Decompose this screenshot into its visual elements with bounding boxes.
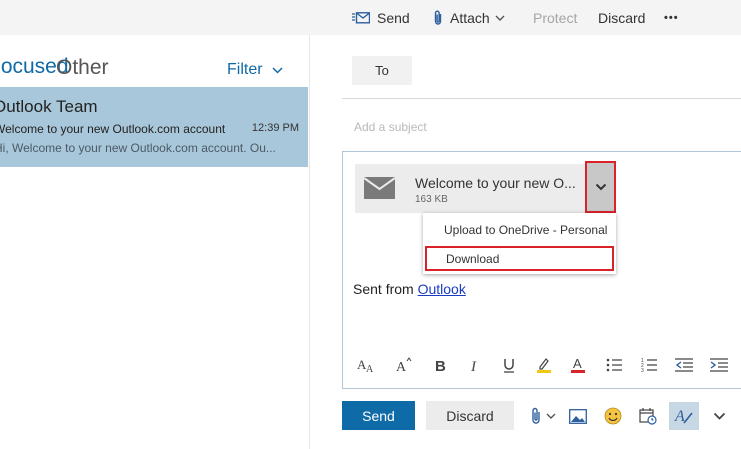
send-icon — [352, 11, 370, 24]
more-compose-options-button[interactable] — [707, 402, 731, 430]
pen-format-icon: A — [674, 406, 694, 426]
svg-text:A: A — [573, 356, 582, 371]
highlight-icon[interactable] — [532, 352, 556, 378]
toolbar-send-label: Send — [377, 9, 410, 26]
bullets-icon[interactable] — [602, 352, 626, 378]
chevron-down-icon — [546, 413, 556, 419]
chevron-down-icon — [272, 66, 283, 74]
font-color-icon[interactable]: A — [566, 352, 590, 378]
numbering-icon[interactable]: 123 — [637, 352, 661, 378]
signature-link[interactable]: Outlook — [418, 281, 466, 297]
svg-text:A: A — [366, 364, 374, 373]
menu-item-download[interactable]: Download — [425, 246, 614, 271]
paperclip-icon — [531, 407, 542, 425]
signature: Sent from Outlook — [353, 281, 466, 297]
toolbar-attach-label: Attach — [450, 9, 490, 26]
toolbar-discard-label: Discard — [598, 9, 646, 26]
svg-text:B: B — [435, 358, 446, 373]
menu-item-upload-onedrive[interactable]: Upload to OneDrive - Personal — [423, 217, 616, 242]
signature-text: Sent from — [353, 281, 418, 297]
insert-attachment-button[interactable] — [526, 402, 560, 430]
smiley-icon — [604, 407, 622, 425]
attachment-options-button[interactable] — [585, 161, 616, 213]
bold-icon[interactable]: B — [428, 352, 452, 378]
attachment-size: 163 KB — [415, 194, 448, 205]
toolbar-send-button[interactable]: Send — [352, 0, 410, 35]
chevron-down-icon — [595, 183, 607, 191]
decrease-indent-icon[interactable] — [672, 352, 696, 378]
message-preview: Hi, Welcome to your new Outlook.com acco… — [0, 141, 276, 155]
envelope-icon — [363, 177, 396, 204]
message-list-item[interactable]: Outlook Team Welcome to your new Outlook… — [0, 87, 308, 167]
grow-font-icon[interactable]: A — [392, 352, 416, 378]
more-options-button[interactable]: ••• — [664, 0, 679, 35]
more-icon: ••• — [664, 11, 679, 24]
toolbar-protect-label: Protect — [533, 9, 578, 26]
italic-icon[interactable]: I — [463, 352, 487, 378]
chevron-down-icon — [713, 412, 726, 420]
filter-button[interactable]: Filter — [227, 61, 283, 79]
command-bar: Send Attach Protect Discard ••• — [0, 0, 741, 35]
svg-text:A: A — [674, 408, 685, 425]
filter-label: Filter — [227, 61, 263, 78]
subject-input[interactable]: Add a subject — [354, 120, 427, 134]
format-toolbar: AA A B I A 123 — [343, 352, 741, 378]
svg-text:A: A — [396, 360, 407, 373]
attachment-name: Welcome to your new O... — [415, 175, 576, 191]
toolbar-discard-button[interactable]: Discard — [598, 0, 645, 35]
picture-icon — [569, 408, 587, 424]
tab-other[interactable]: Other — [56, 56, 109, 80]
message-time: 12:39 PM — [251, 122, 299, 134]
format-options-button[interactable]: A — [669, 402, 699, 430]
underline-icon[interactable] — [497, 352, 521, 378]
to-button[interactable]: To — [352, 56, 412, 85]
schedule-button[interactable] — [636, 402, 660, 430]
message-sender: Outlook Team — [0, 97, 98, 116]
send-button[interactable]: Send — [342, 401, 415, 430]
message-list-pane: Focused Other Filter Outlook Team Welcom… — [0, 35, 310, 449]
chevron-down-icon — [495, 15, 505, 21]
increase-indent-icon[interactable] — [707, 352, 731, 378]
discard-button[interactable]: Discard — [426, 401, 514, 430]
svg-text:I: I — [470, 359, 477, 373]
recipient-divider — [342, 98, 741, 99]
calendar-clock-icon — [639, 407, 657, 425]
emoji-button[interactable] — [601, 402, 625, 430]
paperclip-icon — [433, 10, 443, 26]
svg-text:3: 3 — [641, 368, 644, 373]
insert-picture-button[interactable] — [566, 402, 590, 430]
attachment-menu: Upload to OneDrive - Personal Download — [423, 213, 616, 274]
font-size-icon[interactable]: AA — [355, 352, 379, 378]
message-subject: Welcome to your new Outlook.com account — [0, 122, 226, 136]
toolbar-protect-button[interactable]: Protect — [533, 0, 577, 35]
toolbar-attach-button[interactable]: Attach — [433, 0, 505, 35]
